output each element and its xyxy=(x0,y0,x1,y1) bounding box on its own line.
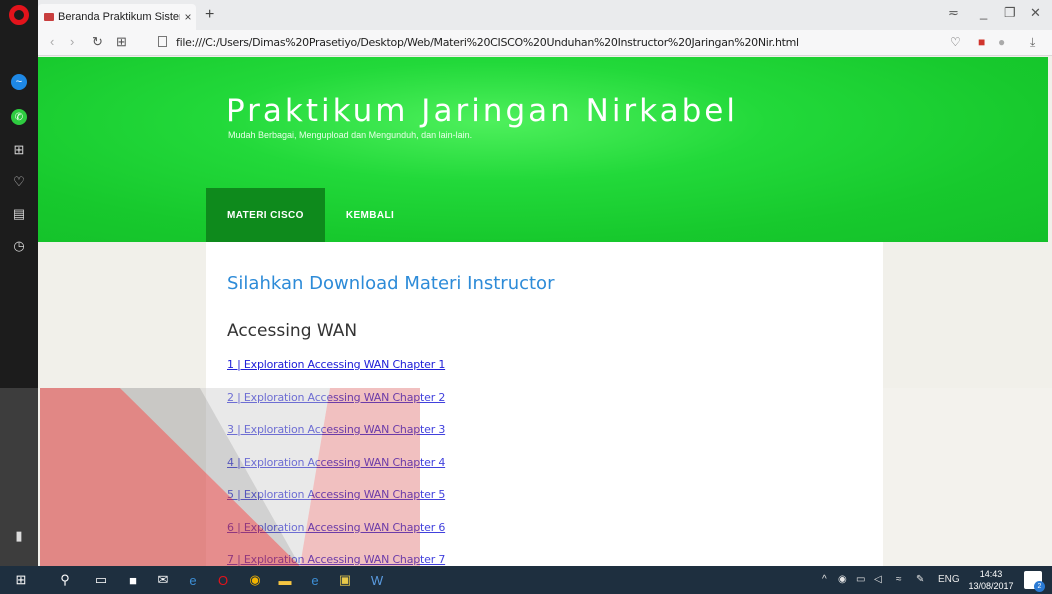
web-page: Praktikum Jaringan Nirkabel Mudah Berbag… xyxy=(38,57,1048,566)
notification-center-icon[interactable]: 2 xyxy=(1024,571,1045,592)
extension-icon[interactable]: ■ xyxy=(978,35,985,49)
whatsapp-icon[interactable]: ✆ xyxy=(11,109,27,125)
list-item: 7 | Exploration Accessing WAN Chapter 7 xyxy=(227,550,445,566)
download-list: 1 | Exploration Accessing WAN Chapter 1 … xyxy=(227,355,445,566)
search-icon[interactable]: ⚲ xyxy=(56,571,74,589)
content-heading: Silahkan Download Materi Instructor xyxy=(227,273,555,294)
menu-kembali[interactable]: KEMBALI xyxy=(325,188,415,242)
chrome-icon[interactable]: ◉ xyxy=(246,571,264,589)
reload-icon[interactable]: ↻ xyxy=(92,34,103,50)
list-item: 6 | Exploration Accessing WAN Chapter 6 xyxy=(227,518,445,551)
windows-taskbar: ⊞ ⚲ ▭ ■ ✉ e O ◉ ▬ e ▣ W ^ ◉ ▭ ◁ ≈ ✎ ENG … xyxy=(0,566,1052,594)
download-icon[interactable]: ⤓ xyxy=(1030,35,1035,50)
opera-logo-icon[interactable] xyxy=(9,5,29,25)
browser-tab[interactable]: Beranda Praktikum Sistem × xyxy=(38,4,196,30)
list-item: 3 | Exploration Accessing WAN Chapter 3 xyxy=(227,420,445,453)
history-clock-icon[interactable]: ◷ xyxy=(9,236,29,256)
site-header: Praktikum Jaringan Nirkabel Mudah Berbag… xyxy=(38,57,1048,242)
chapter-link-5[interactable]: 5 | Exploration Accessing WAN Chapter 5 xyxy=(227,488,445,501)
chapter-link-7[interactable]: 7 | Exploration Accessing WAN Chapter 7 xyxy=(227,553,445,566)
tab-title: Beranda Praktikum Sistem xyxy=(58,11,180,23)
opera-taskbar-icon[interactable]: O xyxy=(214,571,232,589)
messenger-icon[interactable]: ~ xyxy=(11,74,27,90)
new-tab-button[interactable]: + xyxy=(205,6,214,24)
notification-count-badge: 2 xyxy=(1034,581,1045,592)
chapter-link-3[interactable]: 3 | Exploration Accessing WAN Chapter 3 xyxy=(227,423,445,436)
internet-explorer-icon[interactable]: e xyxy=(306,571,324,589)
battery-icon[interactable]: ▭ xyxy=(856,574,865,585)
tab-menu-icon[interactable]: ≂ xyxy=(948,5,959,21)
list-item: 5 | Exploration Accessing WAN Chapter 5 xyxy=(227,485,445,518)
chapter-link-6[interactable]: 6 | Exploration Accessing WAN Chapter 6 xyxy=(227,521,445,534)
minimize-icon[interactable]: _ xyxy=(980,5,987,20)
chapter-link-1[interactable]: 1 | Exploration Accessing WAN Chapter 1 xyxy=(227,358,445,371)
list-item: 1 | Exploration Accessing WAN Chapter 1 xyxy=(227,355,445,388)
tab-bar: Beranda Praktikum Sistem × + ≂ _ ❐ ✕ xyxy=(38,0,1052,30)
image-app-icon[interactable]: ▣ xyxy=(336,571,354,589)
mail-icon[interactable]: ✉ xyxy=(154,571,172,589)
tray-up-arrow-icon[interactable]: ^ xyxy=(822,574,827,585)
close-window-icon[interactable]: ✕ xyxy=(1030,5,1041,21)
chapter-link-2[interactable]: 2 | Exploration Accessing WAN Chapter 2 xyxy=(227,391,445,404)
clock-time: 14:43 xyxy=(979,569,1003,579)
wifi-icon[interactable]: ≈ xyxy=(896,574,902,585)
bookmarks-heart-icon[interactable]: ♡ xyxy=(9,172,29,192)
url-field[interactable]: file:///C:/Users/Dimas%20Prasetiyo/Deskt… xyxy=(176,36,799,49)
bookmark-heart-icon[interactable]: ♡ xyxy=(950,35,961,49)
opera-sidebar: ~ ✆ ⊞ ♡ ▤ ◷ ▮ xyxy=(0,0,38,566)
word-icon[interactable]: W xyxy=(368,571,386,589)
tab-close-icon[interactable]: × xyxy=(180,10,196,24)
language-indicator[interactable]: ENG xyxy=(938,574,960,585)
forward-icon[interactable]: › xyxy=(70,34,74,49)
back-icon[interactable]: ‹ xyxy=(50,34,54,49)
start-windows-icon[interactable]: ⊞ xyxy=(12,571,30,589)
site-subtitle: Mudah Berbagai, Mengupload dan Mengunduh… xyxy=(228,130,473,140)
vpn-globe-icon[interactable]: ● xyxy=(998,35,1005,49)
content-panel: Silahkan Download Materi Instructor Acce… xyxy=(206,242,883,566)
speed-dial-button-icon[interactable]: ⊞ xyxy=(116,34,127,50)
volume-icon[interactable]: ◁ xyxy=(874,574,882,585)
edge-icon[interactable]: e xyxy=(184,571,202,589)
news-icon[interactable]: ▤ xyxy=(9,204,29,224)
clock-date: 13/08/2017 xyxy=(968,581,1014,591)
address-bar-row: ‹ › ↻ ⊞ file:///C:/Users/Dimas%20Praseti… xyxy=(38,30,1052,56)
clock[interactable]: 14:43 13/08/2017 xyxy=(966,568,1016,592)
sidebar-toggle-icon[interactable]: ▮ xyxy=(9,526,29,546)
chapter-link-4[interactable]: 4 | Exploration Accessing WAN Chapter 4 xyxy=(227,456,445,469)
store-icon[interactable]: ■ xyxy=(124,571,142,589)
page-icon xyxy=(158,36,167,47)
restore-icon[interactable]: ❐ xyxy=(1004,5,1016,21)
list-item: 2 | Exploration Accessing WAN Chapter 2 xyxy=(227,388,445,421)
file-explorer-icon[interactable]: ▬ xyxy=(276,571,294,589)
list-item: 4 | Exploration Accessing WAN Chapter 4 xyxy=(227,453,445,486)
pen-icon[interactable]: ✎ xyxy=(916,574,924,585)
section-title: Accessing WAN xyxy=(227,321,358,341)
task-view-icon[interactable]: ▭ xyxy=(92,571,110,589)
speed-dial-icon[interactable]: ⊞ xyxy=(9,140,29,160)
menu-materi-cisco[interactable]: MATERI CISCO xyxy=(206,188,325,242)
tray-record-icon[interactable]: ◉ xyxy=(838,574,847,585)
site-title: Praktikum Jaringan Nirkabel xyxy=(226,93,738,129)
main-menu: MATERI CISCO KEMBALI xyxy=(206,188,415,242)
tab-favicon-icon xyxy=(44,13,54,21)
